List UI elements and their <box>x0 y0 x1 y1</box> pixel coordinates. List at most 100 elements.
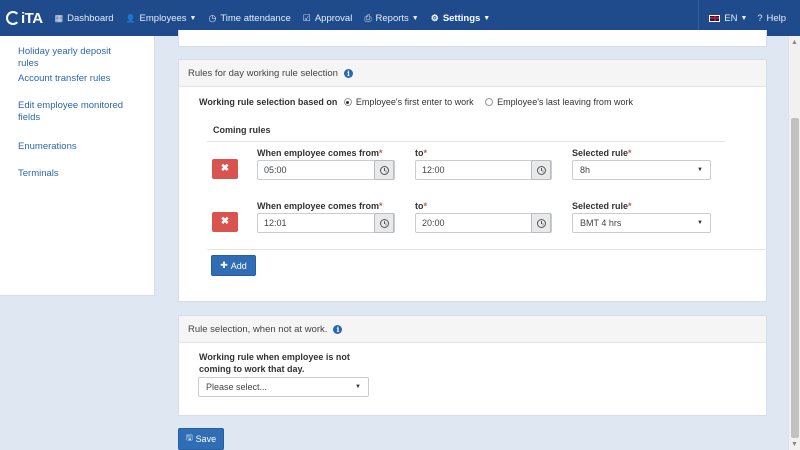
clock-icon <box>536 218 546 228</box>
required-mark: * <box>628 148 632 158</box>
selection-basis-row: Working rule selection based on Employee… <box>199 97 633 107</box>
not-at-work-placeholder: Please select... <box>206 382 268 392</box>
scroll-down-arrow-icon[interactable]: ▼ <box>791 441 798 448</box>
sidebar-item-account-transfer-rules[interactable]: Account transfer rules <box>0 73 150 85</box>
clock-icon <box>536 165 546 175</box>
not-at-work-panel: Rule selection, when not at work. i Work… <box>178 315 767 416</box>
from-label: When employee comes from* <box>257 148 383 158</box>
from-label: When employee comes from* <box>257 201 383 211</box>
coming-rules-title: Coming rules <box>213 125 271 135</box>
dropdown-arrow-icon: ▼ <box>355 384 361 390</box>
radio-last-leaving-label[interactable]: Employee's last leaving from work <box>497 97 633 107</box>
selected-rule-label: Selected rule* <box>572 201 632 211</box>
selected-rule-label-text: Selected rule <box>572 201 629 211</box>
nav-reports-label: Reports <box>375 12 409 24</box>
from-label-text: When employee comes from <box>257 148 380 158</box>
delete-x-icon: ✖ <box>220 216 230 227</box>
delete-rule-button[interactable]: ✖ <box>212 212 238 232</box>
required-mark: * <box>379 201 383 211</box>
save-label: Save <box>195 434 217 444</box>
caret-down-icon: ▼ <box>189 14 197 22</box>
required-mark: * <box>423 148 428 158</box>
sidebar-item-enumerations[interactable]: Enumerations <box>0 141 150 153</box>
from-time-picker-button[interactable] <box>374 160 394 180</box>
radio-first-enter[interactable] <box>343 98 352 106</box>
selected-rule-value: BMT 4 hrs <box>580 218 622 228</box>
plus-icon: ✚ <box>220 260 228 270</box>
scrollbar-thumb[interactable] <box>791 118 799 438</box>
add-rule-button[interactable]: ✚ Add <box>211 255 256 276</box>
dropdown-arrow-icon: ▼ <box>697 167 703 173</box>
nav-approval[interactable]: ☑ Approval <box>303 13 353 24</box>
not-at-work-field-label: Working rule when employee is not coming… <box>199 351 350 375</box>
save-button[interactable]: 🖫 Save <box>178 428 224 450</box>
sidebar-item-terminals[interactable]: Terminals <box>0 168 150 180</box>
clock-icon <box>379 218 389 228</box>
nav-time-attendance[interactable]: ◷ Time attendance <box>208 13 290 24</box>
nav-approval-label: Approval <box>314 12 353 24</box>
page-scrollbar[interactable]: ▲ ▼ <box>788 36 800 450</box>
language-selector[interactable]: EN ▼ <box>709 13 747 24</box>
clock-icon: ◷ <box>208 12 217 23</box>
not-at-work-rule-select[interactable]: Please select... ▼ <box>198 377 369 397</box>
grid-icon: ▦ <box>54 12 64 23</box>
to-label-text: to <box>415 148 424 158</box>
user-icon: 👤 <box>125 13 136 23</box>
dropdown-arrow-icon: ▼ <box>697 220 703 226</box>
previous-panel-bottom <box>178 30 767 47</box>
caret-down-icon: ▼ <box>740 14 748 22</box>
to-time-picker-button[interactable] <box>531 160 551 180</box>
nav-settings[interactable]: ⚙ Settings ▼ <box>431 13 491 24</box>
delete-rule-button[interactable]: ✖ <box>212 159 238 179</box>
panel-title: Rule selection, when not at work. <box>188 323 328 335</box>
sidebar-item-holiday-deposit-rules[interactable]: Holiday yearly deposit rules <box>0 46 150 70</box>
not-at-work-label-line1: Working rule when employee is not <box>199 352 350 362</box>
required-mark: * <box>628 201 632 211</box>
radio-last-leaving[interactable] <box>485 98 494 106</box>
scroll-up-arrow-icon[interactable]: ▲ <box>791 39 798 46</box>
selected-rule-label: Selected rule* <box>572 148 632 158</box>
panel-header: Rules for day working rule selection i <box>179 60 766 87</box>
day-rule-selection-panel: Rules for day working rule selection i W… <box>178 59 767 302</box>
help-link[interactable]: ? Help <box>757 13 786 24</box>
checkbox-icon: ☑ <box>302 12 311 23</box>
clock-icon <box>379 165 389 175</box>
nav-dashboard[interactable]: ▦ Dashboard <box>55 13 114 24</box>
question-icon: ? <box>757 13 763 23</box>
required-mark: * <box>423 201 428 211</box>
app-logo[interactable]: iTA <box>6 10 43 27</box>
selected-rule-select[interactable]: BMT 4 hrs ▼ <box>572 213 711 233</box>
caret-down-icon: ▼ <box>483 14 491 22</box>
uk-flag-icon <box>709 14 721 22</box>
delete-x-icon: ✖ <box>220 163 230 174</box>
from-time-picker-button[interactable] <box>374 213 394 233</box>
to-time-picker-button[interactable] <box>531 213 551 233</box>
nav-employees[interactable]: 👤 Employees ▼ <box>126 13 197 24</box>
add-rule-label: Add <box>230 260 247 271</box>
sidebar-item-edit-monitored-fields[interactable]: Edit employee monitored fields <box>0 100 150 124</box>
info-icon[interactable]: i <box>343 68 353 78</box>
settings-sidebar: Holiday yearly deposit rules Account tra… <box>0 36 155 296</box>
to-label: to* <box>415 201 427 211</box>
language-label: EN <box>724 12 738 24</box>
divider <box>207 249 767 250</box>
divider <box>207 141 725 142</box>
save-floppy-icon: 🖫 <box>185 433 193 442</box>
nav-settings-label: Settings <box>442 12 481 24</box>
from-label-text: When employee comes from <box>257 201 380 211</box>
selected-rule-label-text: Selected rule <box>572 148 629 158</box>
info-icon[interactable]: i <box>333 324 343 334</box>
to-label-text: to <box>415 201 424 211</box>
not-at-work-label-line2: coming to work that day. <box>199 364 305 374</box>
selected-rule-select[interactable]: 8h ▼ <box>572 160 711 180</box>
radio-first-enter-label[interactable]: Employee's first enter to work <box>356 97 474 107</box>
logo-mark-icon <box>6 11 20 25</box>
selection-basis-label: Working rule selection based on <box>199 97 338 107</box>
nav-time-attendance-label: Time attendance <box>220 12 291 24</box>
panel-header: Rule selection, when not at work. i <box>179 316 766 343</box>
nav-reports[interactable]: ⎙ Reports ▼ <box>364 13 418 24</box>
selected-rule-value: 8h <box>580 165 591 175</box>
required-mark: * <box>379 148 383 158</box>
nav-employees-label: Employees <box>139 12 187 24</box>
printer-icon: ⎙ <box>364 12 372 23</box>
